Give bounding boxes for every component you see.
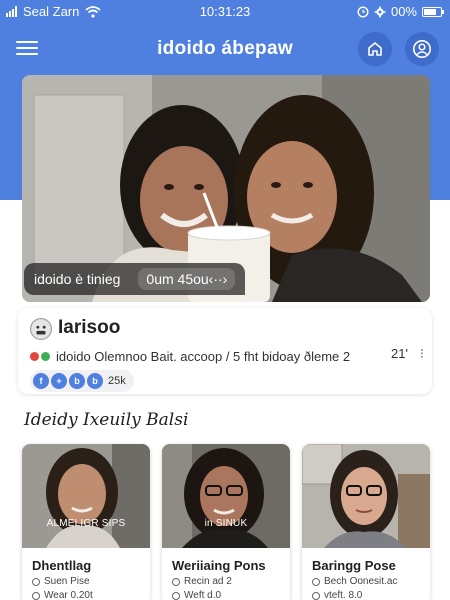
gear-icon — [374, 6, 386, 17]
card-detail: Wear 0.20t — [32, 590, 93, 600]
card-overlay-text: in SINUK — [204, 518, 248, 529]
card-detail: Weft d.0 — [172, 590, 221, 600]
social-count: 25k — [108, 375, 126, 387]
avatar[interactable] — [30, 318, 52, 340]
profile-meta-row: idoido Olemnoo Bait. accoop / 5 fht bido… — [30, 346, 430, 366]
card-photo — [302, 444, 430, 548]
check-icon — [312, 577, 320, 586]
card-detail: Suen Pise — [32, 576, 90, 587]
person-card[interactable]: in SINUK Weriiaing Pons Recin ad 2 Weft … — [162, 444, 290, 600]
card-photo — [162, 444, 290, 548]
status-dots-icon — [30, 351, 50, 361]
card-name: Baringg Pose — [312, 558, 396, 573]
hero-caption: idoido è tinieg 0um 45ou‹··› — [24, 263, 246, 295]
social-plus-icon[interactable]: + — [51, 373, 67, 389]
alarm-icon — [357, 5, 369, 18]
social-b2-icon[interactable]: b — [87, 373, 103, 389]
status-right: 00% — [357, 4, 444, 19]
section-title: Ideidy Ixeuily Balsi — [24, 410, 189, 430]
card-detail: vteft. 8.0 — [312, 590, 362, 600]
social-row: f + b b 25k — [30, 370, 134, 392]
card-overlay-text: ALMELIGR SIPS — [46, 518, 126, 529]
battery-label: 00% — [390, 4, 417, 19]
person-card[interactable]: Baringg Pose Bech Oonesit.ac vteft. 8.0 — [302, 444, 430, 600]
card-name: Dhentllag — [32, 558, 92, 573]
status-bar: Seal Zarn 10:31:23 00% — [0, 0, 450, 24]
profile-meta-count: 21' — [391, 346, 408, 361]
home-button[interactable] — [358, 32, 392, 66]
card-photo — [22, 444, 150, 548]
hero-caption-secondary[interactable]: 0um 45ou‹··› — [138, 268, 236, 290]
profile-card: Iarisoo idoido Olemnoo Bait. accoop / 5 … — [18, 308, 432, 394]
card-detail: Recin ad 2 — [172, 576, 232, 587]
profile-meta-text: idoido Olemnoo Bait. accoop / 5 fht bido… — [56, 348, 351, 364]
profile-button[interactable] — [405, 32, 439, 66]
battery-icon — [422, 6, 444, 17]
social-b-icon[interactable]: b — [69, 373, 85, 389]
check-icon — [312, 591, 320, 600]
profile-icon — [413, 40, 431, 58]
profile-name: Iarisoo — [58, 317, 121, 338]
check-icon — [172, 591, 180, 600]
more-icon[interactable]: ⁝ — [420, 346, 424, 362]
card-name: Weriiaing Pons — [172, 558, 266, 573]
check-icon — [32, 577, 40, 586]
social-facebook-icon[interactable]: f — [33, 373, 49, 389]
check-icon — [32, 591, 40, 600]
home-icon — [368, 42, 382, 56]
person-card[interactable]: ALMELIGR SIPS Dhentllag Suen Pise Wear 0… — [22, 444, 150, 600]
check-icon — [172, 577, 180, 586]
card-detail: Bech Oonesit.ac — [312, 576, 397, 587]
hero-caption-primary: idoido è tinieg — [34, 271, 121, 287]
